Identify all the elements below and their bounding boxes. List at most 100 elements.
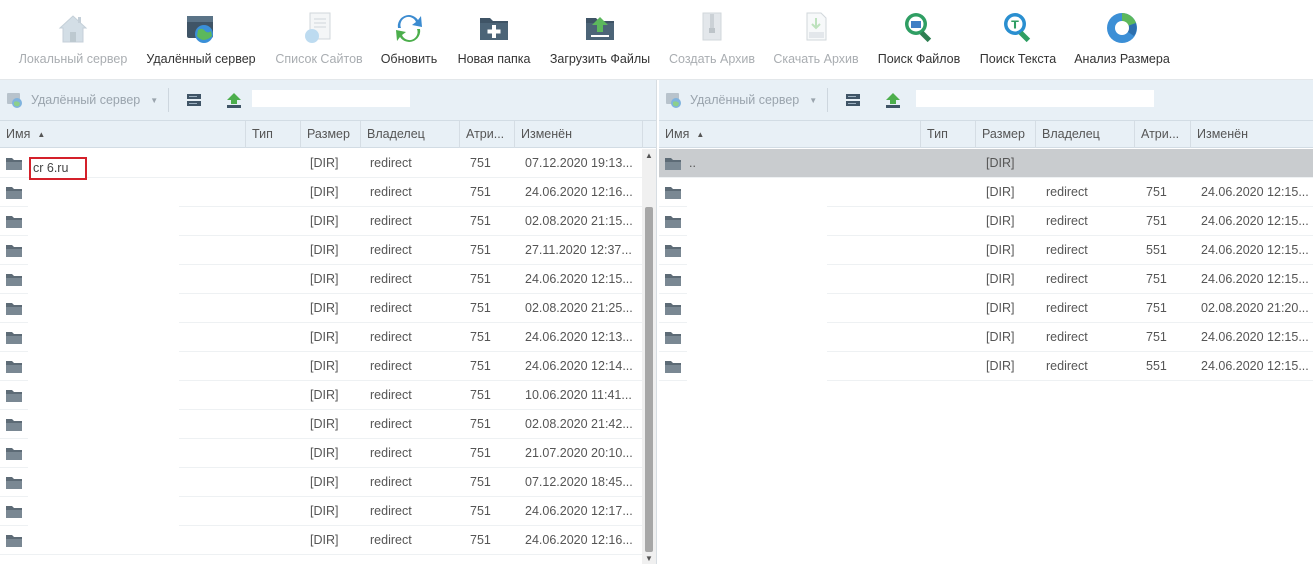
file-modified-cell: 10.06.2020 11:41...: [525, 388, 632, 402]
file-attributes-cell: 551: [1146, 243, 1167, 257]
file-attributes-cell: 751: [470, 533, 491, 547]
site-list-button[interactable]: Список Сайтов: [270, 8, 368, 74]
home-icon: [58, 15, 88, 43]
column-type[interactable]: Тип: [921, 121, 976, 148]
search-text-button[interactable]: T Поиск Текста: [974, 8, 1062, 74]
right-path-input[interactable]: [916, 90, 1154, 107]
column-owner[interactable]: Владелец: [1036, 121, 1135, 148]
file-modified-cell: 24.06.2020 12:15...: [1201, 330, 1309, 344]
file-owner-cell: redirect: [370, 475, 412, 489]
folder-icon: [6, 158, 22, 170]
file-owner-cell: [1046, 149, 1136, 178]
file-modified-cell: 24.06.2020 12:14...: [525, 359, 633, 373]
upload-files-icon: [586, 17, 614, 40]
file-modified-cell: 07.12.2020 19:13...: [525, 156, 633, 170]
chevron-down-icon: ▼: [150, 95, 159, 105]
size-analysis-button[interactable]: Анализ Размера: [1070, 8, 1174, 74]
search-files-label: Поиск Файлов: [877, 52, 961, 66]
folder-icon: [665, 332, 681, 344]
download-archive-label: Скачать Архив: [773, 52, 859, 66]
left-scrollbar[interactable]: ▲ ▼: [642, 149, 656, 564]
download-archive-button[interactable]: Скачать Архив: [768, 8, 864, 74]
file-modified-cell: 24.06.2020 12:13...: [525, 330, 633, 344]
folder-icon: [665, 361, 681, 373]
file-attributes-cell: 751: [470, 446, 491, 460]
search-files-button[interactable]: Поиск Файлов: [872, 8, 966, 74]
file-modified-cell: 21.07.2020 20:10...: [525, 446, 633, 460]
column-type[interactable]: Тип: [246, 121, 301, 148]
file-attributes-cell: 751: [470, 330, 491, 344]
upload-icon[interactable]: [225, 91, 243, 109]
column-size[interactable]: Размер: [976, 121, 1036, 148]
local-server-button[interactable]: Локальный сервер: [10, 8, 136, 74]
left-server-select[interactable]: Удалённый сервер ▼: [6, 90, 158, 110]
remote-server-label: Удалённый сервер: [146, 52, 256, 66]
column-modified[interactable]: Изменён: [515, 121, 643, 148]
new-folder-icon: [480, 18, 508, 40]
server-icon[interactable]: [844, 91, 862, 109]
remote-server-icon: [187, 16, 213, 43]
main-toolbar: Локальный сервер Удалённый сервер Список…: [0, 0, 1313, 80]
search-text-icon: T: [1004, 13, 1031, 43]
local-server-label: Локальный сервер: [18, 52, 128, 66]
file-owner-cell: redirect: [370, 214, 412, 228]
file-modified-cell: [1201, 149, 1313, 178]
file-size-cell: [DIR]: [310, 185, 339, 199]
svg-text:T: T: [1011, 19, 1019, 32]
column-owner[interactable]: Владелец: [361, 121, 460, 148]
size-analysis-label: Анализ Размера: [1074, 52, 1170, 66]
table-row[interactable]: .. [DIR]: [659, 149, 1313, 178]
right-server-label: Удалённый сервер: [690, 93, 800, 107]
folder-icon: [6, 216, 22, 228]
scroll-thumb[interactable]: [645, 207, 653, 552]
search-text-label: Поиск Текста: [979, 52, 1057, 66]
file-modified-cell: 24.06.2020 12:16...: [525, 533, 633, 547]
file-size-cell: [DIR]: [310, 359, 339, 373]
file-attributes-cell: [1146, 149, 1196, 178]
file-modified-cell: 24.06.2020 12:15...: [1201, 272, 1309, 286]
scroll-down-icon[interactable]: ▼: [642, 554, 656, 563]
upload-files-button[interactable]: Загрузить Файлы: [544, 8, 656, 74]
file-modified-cell: 02.08.2020 21:15...: [525, 214, 633, 228]
file-size-cell: [DIR]: [310, 214, 339, 228]
sort-ascending-icon: ▲: [37, 130, 46, 139]
file-name-cell[interactable]: cr 6.ru: [29, 157, 87, 180]
file-owner-cell: redirect: [1046, 185, 1088, 199]
right-server-select[interactable]: Удалённый сервер ▼: [665, 90, 817, 110]
server-icon[interactable]: [185, 91, 203, 109]
download-archive-icon: [806, 12, 827, 41]
left-path-input[interactable]: [252, 90, 410, 107]
folder-icon: [6, 187, 22, 199]
column-attributes[interactable]: Атри...: [460, 121, 515, 148]
refresh-button[interactable]: Обновить: [374, 8, 444, 74]
upload-icon[interactable]: [884, 91, 902, 109]
scroll-up-icon[interactable]: ▲: [642, 151, 656, 160]
left-panel-toolbar: Удалённый сервер ▼: [0, 80, 656, 121]
column-attributes[interactable]: Атри...: [1135, 121, 1191, 148]
folder-icon: [6, 535, 22, 547]
site-list-label: Список Сайтов: [275, 52, 363, 66]
create-archive-button[interactable]: Создать Архив: [664, 8, 760, 74]
folder-icon: [665, 274, 681, 286]
file-owner-cell: redirect: [370, 504, 412, 518]
file-size-cell: [DIR]: [310, 272, 339, 286]
file-modified-cell: 24.06.2020 12:15...: [1201, 243, 1309, 257]
toolbar-separator: [168, 88, 169, 112]
file-attributes-cell: 751: [1146, 330, 1167, 344]
folder-icon: [6, 390, 22, 402]
column-size[interactable]: Размер: [301, 121, 361, 148]
file-size-cell: [DIR]: [310, 475, 339, 489]
file-attributes-cell: 751: [470, 504, 491, 518]
create-archive-label: Создать Архив: [669, 52, 755, 66]
file-size-cell: [DIR]: [986, 185, 1015, 199]
new-folder-label: Новая папка: [457, 52, 531, 66]
column-modified[interactable]: Изменён: [1191, 121, 1313, 148]
table-row[interactable]: cr 6.ru [DIR] redirect 751 07.12.2020 19:13.…: [0, 149, 643, 180]
refresh-icon: [396, 15, 422, 42]
column-name[interactable]: Имя ▲: [659, 121, 921, 148]
remote-server-button[interactable]: Удалённый сервер: [140, 8, 262, 74]
file-size-cell: [DIR]: [310, 156, 339, 170]
new-folder-button[interactable]: Новая папка: [452, 8, 536, 74]
file-attributes-cell: 551: [1146, 359, 1167, 373]
column-name[interactable]: Имя ▲: [0, 121, 246, 148]
